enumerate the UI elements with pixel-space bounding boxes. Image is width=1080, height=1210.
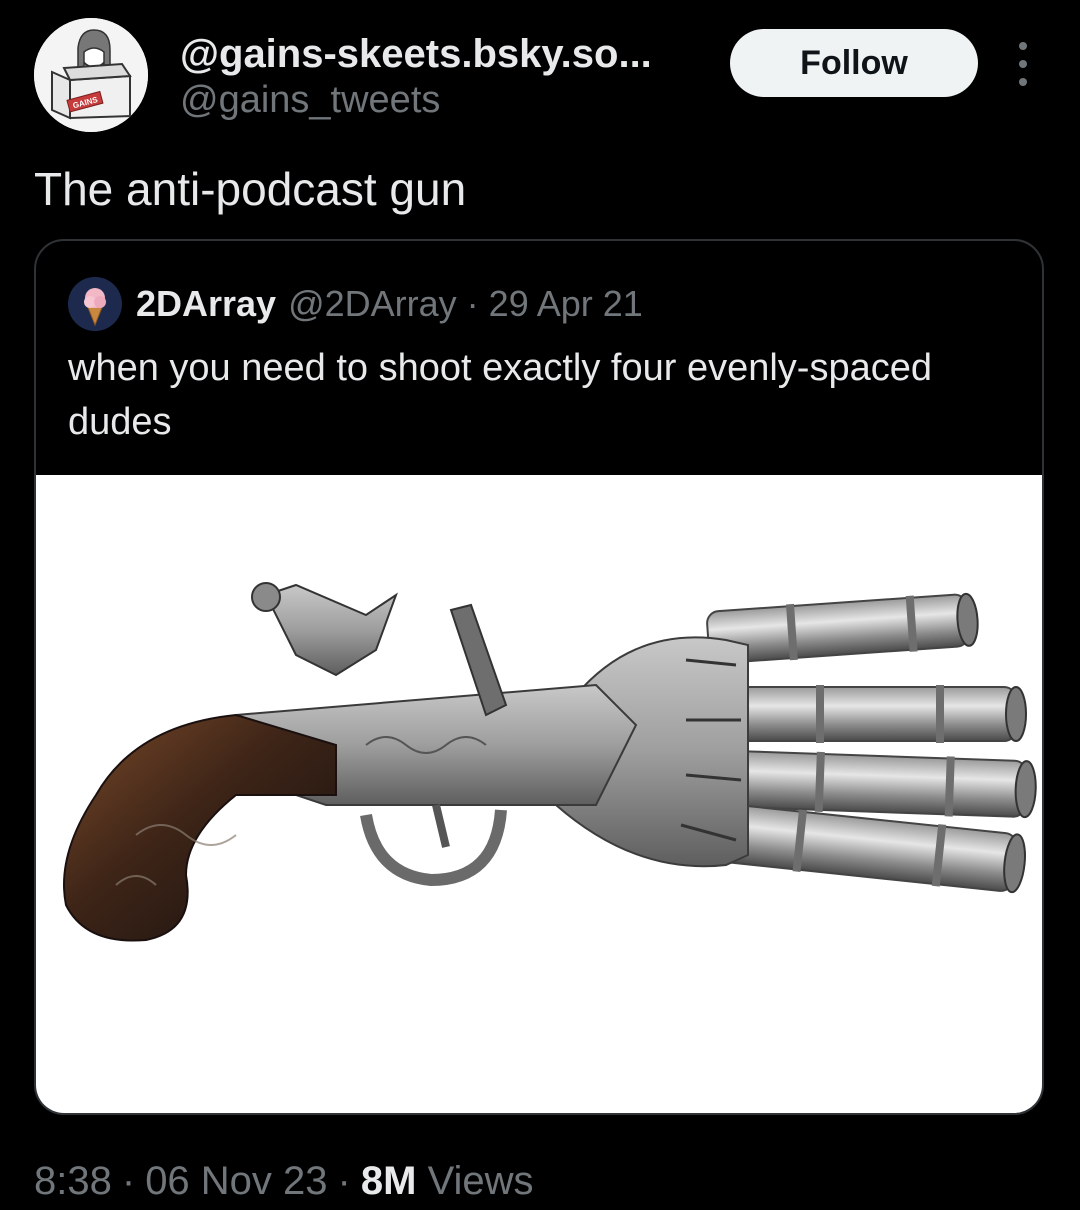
quoted-display-name: 2DArray	[136, 283, 277, 324]
quoted-separator: ·	[466, 283, 479, 324]
tweet-date[interactable]: 06 Nov 23	[145, 1159, 327, 1203]
more-dot	[1019, 42, 1027, 50]
tweet-time[interactable]: 8:38	[34, 1159, 112, 1203]
quoted-tweet-card[interactable]: 2DArray @2DArray · 29 Apr 21 when you ne…	[34, 239, 1044, 1115]
meta-separator: ·	[121, 1159, 136, 1203]
quoted-handle: @2DArray	[288, 283, 457, 324]
more-vertical-icon[interactable]	[1010, 42, 1036, 86]
quoted-tweet-header: 2DArray @2DArray · 29 Apr 21	[68, 277, 643, 331]
author-names: @gains-skeets.bsky.so... @gains_tweets	[180, 30, 710, 122]
quoted-tweet-text: when you need to shoot exactly four even…	[68, 347, 932, 443]
tweet-meta: 8:38 · 06 Nov 23 · 8M Views	[34, 1152, 534, 1210]
author-avatar[interactable]: GAINS	[34, 18, 148, 132]
profile-avatar-drawing: GAINS	[34, 18, 148, 132]
author-handle[interactable]: @gains_tweets	[180, 78, 710, 122]
duck-foot-pistol-image[interactable]	[36, 475, 1042, 1113]
more-dot	[1019, 78, 1027, 86]
follow-button[interactable]: Follow	[730, 29, 978, 97]
views-label: Views	[427, 1159, 534, 1203]
more-dot	[1019, 60, 1027, 68]
quoted-date: 29 Apr 21	[488, 283, 643, 324]
ice-cream-cone-icon	[68, 277, 122, 331]
pistol-illustration	[63, 582, 1037, 942]
tweet-header: GAINS @gains-skeets.bsky.so... @gains_tw…	[0, 0, 1080, 140]
views-count: 8M	[360, 1159, 417, 1203]
tweet-text: The anti-podcast gun	[34, 163, 467, 215]
author-display-name[interactable]: @gains-skeets.bsky.so...	[180, 30, 710, 78]
ice-cream-cone-avatar[interactable]	[68, 277, 122, 331]
meta-separator: ·	[337, 1159, 351, 1203]
